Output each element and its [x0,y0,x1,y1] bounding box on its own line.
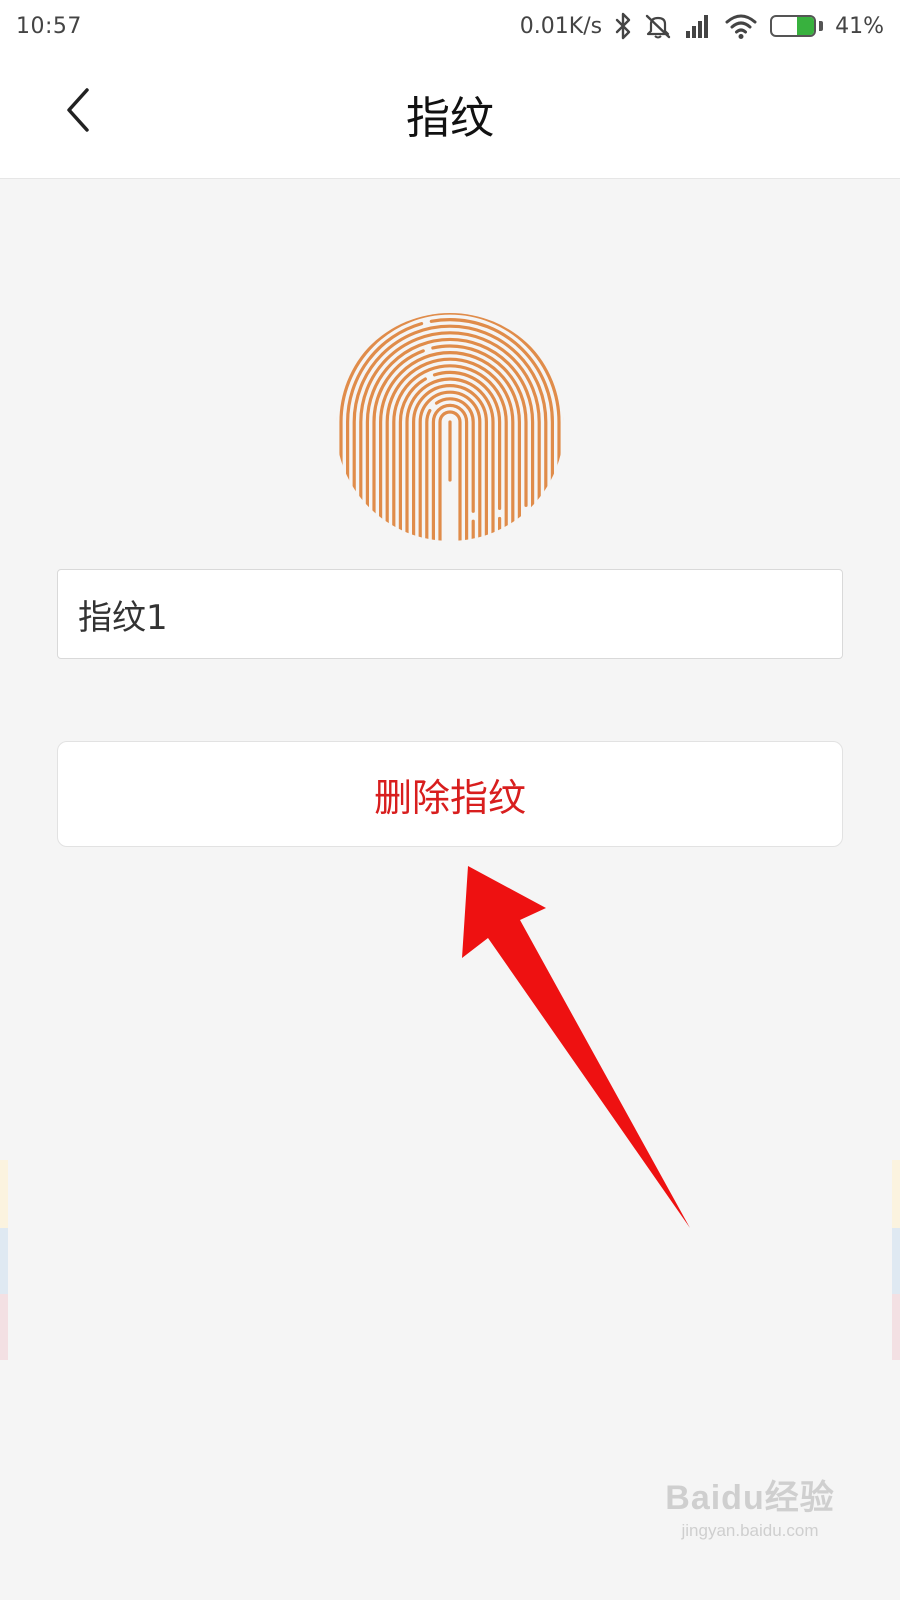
battery-body: ⚡ [770,15,817,37]
right-edge-strip-blue [892,1228,900,1294]
watermark-logo: Baidu经验 [665,1479,835,1517]
left-edge-strip-yellow [0,1160,8,1228]
delete-fingerprint-label: 删除指纹 [373,775,526,820]
status-bar: 10:57 0.01K/s ⚡ 41% [0,0,900,52]
delete-fingerprint-button[interactable]: 删除指纹 [57,741,843,847]
battery-tip [819,21,824,31]
header: 指纹 [0,52,900,179]
charging-bolt-icon: ⚡ [788,18,799,34]
page-title: 指纹 [406,93,494,144]
fingerprint-icon [336,313,564,541]
right-edge-strip-pink [892,1294,900,1360]
battery-fill [796,17,815,35]
wifi-icon [724,11,758,41]
battery-percent: 41% [835,13,884,39]
watermark: Baidu经验 jingyan.baidu.com [650,1470,850,1570]
watermark-url: jingyan.baidu.com [681,1521,819,1540]
status-icons: 0.01K/s ⚡ 41% [520,11,884,41]
fingerprint-name-field[interactable] [57,569,843,659]
battery-icon: ⚡ [770,15,824,37]
red-arrow-icon [462,866,690,1228]
mute-icon [644,11,672,41]
bluetooth-icon [614,11,632,41]
left-edge-strip-blue [0,1228,8,1294]
signal-icon [684,11,712,41]
network-speed: 0.01K/s [519,13,603,39]
left-edge-strip-pink [0,1294,8,1360]
status-time: 10:57 [16,13,82,39]
screen: 10:57 0.01K/s ⚡ 41% 指纹 指纹1 删除指纹 Baidu经验 … [0,0,900,1600]
right-edge-strip-yellow [892,1160,900,1228]
